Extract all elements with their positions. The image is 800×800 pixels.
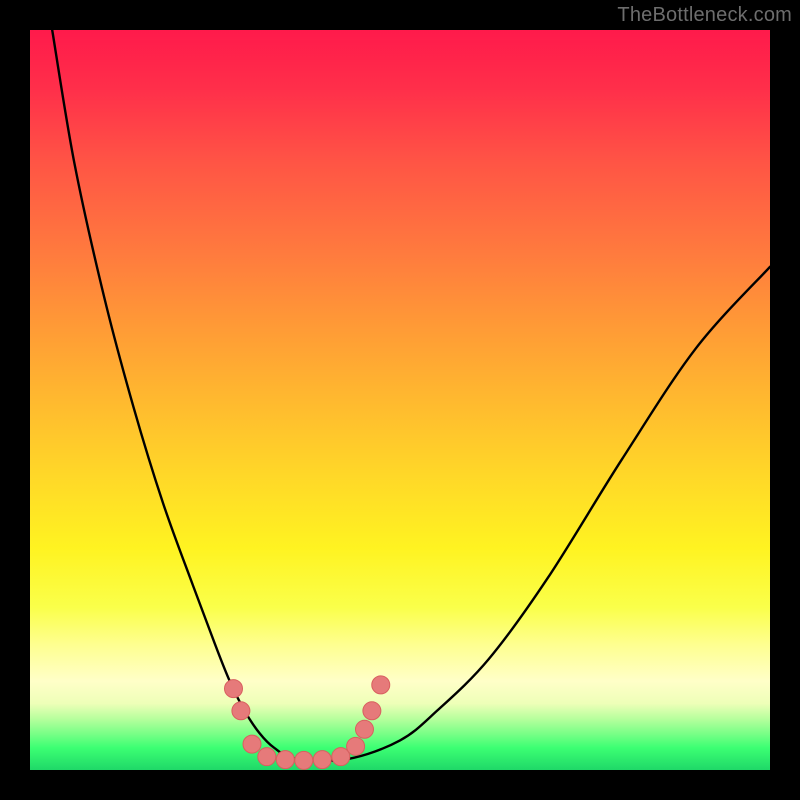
curve-marker [332,748,350,766]
bottleneck-curve [52,30,770,761]
curve-marker [243,735,261,753]
markers-group [225,676,390,769]
plot-area [30,30,770,770]
chart-canvas: TheBottleneck.com [0,0,800,800]
curve-layer [30,30,770,770]
curve-marker [232,702,250,720]
curve-marker [276,751,294,769]
curve-marker [347,737,365,755]
curve-marker [355,720,373,738]
curve-marker [295,751,313,769]
curve-marker [372,676,390,694]
curve-marker [363,702,381,720]
watermark: TheBottleneck.com [617,4,792,27]
curve-marker [258,748,276,766]
curve-marker [313,751,331,769]
curve-marker [225,680,243,698]
